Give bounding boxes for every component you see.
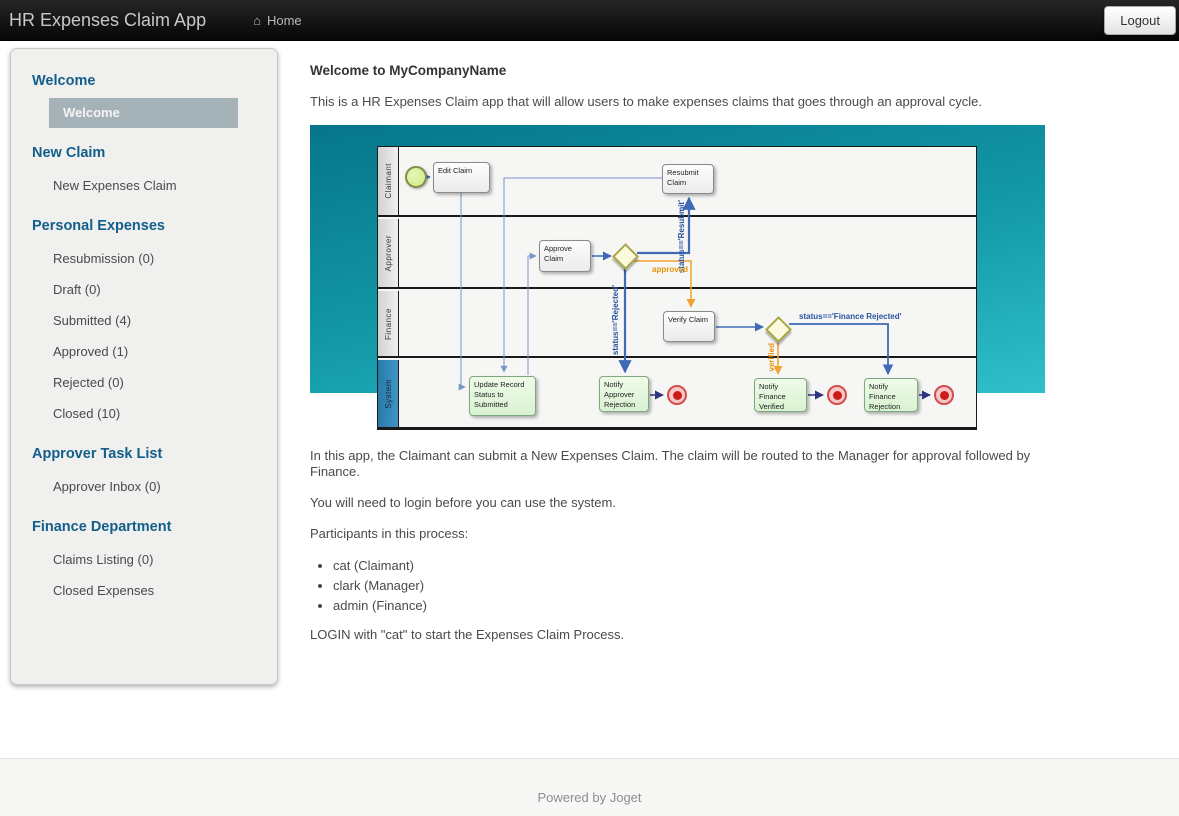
powered-by-text: Powered by Joget (537, 790, 642, 805)
task-notify-finance-verified: Notify Finance Verified (754, 378, 807, 412)
sidebar-section-personal-expenses: Personal Expenses Resubmission (0) Draft… (11, 218, 277, 429)
edge-label-rejected: status=='Rejected' (611, 285, 620, 356)
home-link[interactable]: ⌂ Home (253, 13, 302, 28)
sidebar-section-approver-task-list: Approver Task List Approver Inbox (0) (11, 446, 277, 502)
task-notify-approver-rejection: Notify Approver Rejection (599, 376, 649, 412)
end-event-icon-3 (934, 385, 954, 405)
sidebar-item-claims-listing[interactable]: Claims Listing (0) (11, 544, 277, 575)
task-notify-finance-rejection: Notify Finance Rejection (864, 378, 918, 412)
task-verify-claim: Verify Claim (663, 311, 715, 342)
sidebar-item-approved[interactable]: Approved (1) (11, 336, 277, 367)
task-resubmit-claim: Resubmit Claim (662, 164, 714, 194)
intro-paragraph: This is a HR Expenses Claim app that wil… (310, 94, 982, 109)
edge-label-verified: verified (767, 343, 776, 372)
sidebar-item-draft[interactable]: Draft (0) (11, 274, 277, 305)
home-icon: ⌂ (253, 12, 261, 28)
paragraph-login-cat: LOGIN with "cat" to start the Expenses C… (310, 627, 625, 642)
sidebar-item-closed-expenses[interactable]: Closed Expenses (11, 575, 277, 606)
main-content: Welcome to MyCompanyName This is a HR Ex… (310, 63, 1046, 658)
end-event-icon-1 (667, 385, 687, 405)
top-navbar: HR Expenses Claim App ⌂ Home Logout (0, 0, 1179, 41)
edge-label-finance-rejected: status=='Finance Rejected' (799, 312, 902, 321)
home-link-label: Home (266, 12, 302, 28)
sidebar-heading-welcome: Welcome (32, 73, 96, 89)
sidebar-heading-new-claim: New Claim (32, 145, 106, 161)
participants-list: cat (Claimant) clark (Manager) admin (Fi… (310, 557, 1046, 614)
paragraph-participants: Participants in this process: (310, 526, 469, 541)
page-footer: Powered by Joget (0, 758, 1179, 816)
sidebar-item-approver-inbox[interactable]: Approver Inbox (0) (11, 471, 277, 502)
sidebar-item-submitted[interactable]: Submitted (4) (11, 305, 277, 336)
task-update-record: Update Record Status to Submitted (469, 376, 536, 416)
end-event-icon-2 (827, 385, 847, 405)
logout-button[interactable]: Logout (1104, 5, 1176, 35)
sidebar-heading-personal-expenses: Personal Expenses (32, 218, 165, 234)
sidebar-section-finance-department: Finance Department Claims Listing (0) Cl… (11, 519, 277, 606)
task-approve-claim: Approve Claim (539, 240, 591, 272)
participant-admin: admin (Finance) (333, 597, 1046, 614)
task-edit-claim: Edit Claim (433, 162, 490, 193)
sidebar-item-resubmission[interactable]: Resubmission (0) (11, 243, 277, 274)
participant-cat: cat (Claimant) (333, 557, 1046, 574)
edge-label-resubmit: status=='Resubmit' (677, 200, 686, 274)
sidebar-heading-approver-task-list: Approver Task List (32, 446, 163, 462)
sidebar-item-rejected[interactable]: Rejected (0) (11, 367, 277, 398)
sidebar-section-new-claim: New Claim New Expenses Claim (11, 145, 277, 201)
process-diagram-image: Claimant Approver Finance System Edit Cl… (310, 125, 1045, 430)
sidebar-item-welcome[interactable]: Welcome (49, 98, 238, 128)
paragraph-login-required: You will need to login before you can us… (310, 495, 616, 510)
paragraph-routing: In this app, the Claimant can submit a N… (310, 448, 1031, 479)
edge-label-approved: approved (652, 265, 689, 274)
bpmn-panel: Claimant Approver Finance System Edit Cl… (377, 146, 977, 430)
sidebar-item-new-expenses-claim[interactable]: New Expenses Claim (11, 170, 277, 201)
sidebar-item-closed[interactable]: Closed (10) (11, 398, 277, 429)
sidebar-menu: Welcome Welcome New Claim New Expenses C… (10, 48, 278, 685)
sidebar-heading-finance-department: Finance Department (32, 519, 172, 535)
participant-clark: clark (Manager) (333, 577, 1046, 594)
app-title[interactable]: HR Expenses Claim App (9, 10, 206, 31)
sidebar-section-welcome: Welcome Welcome (11, 73, 277, 128)
start-event-icon (405, 166, 427, 188)
page-title: Welcome to MyCompanyName (310, 63, 507, 78)
